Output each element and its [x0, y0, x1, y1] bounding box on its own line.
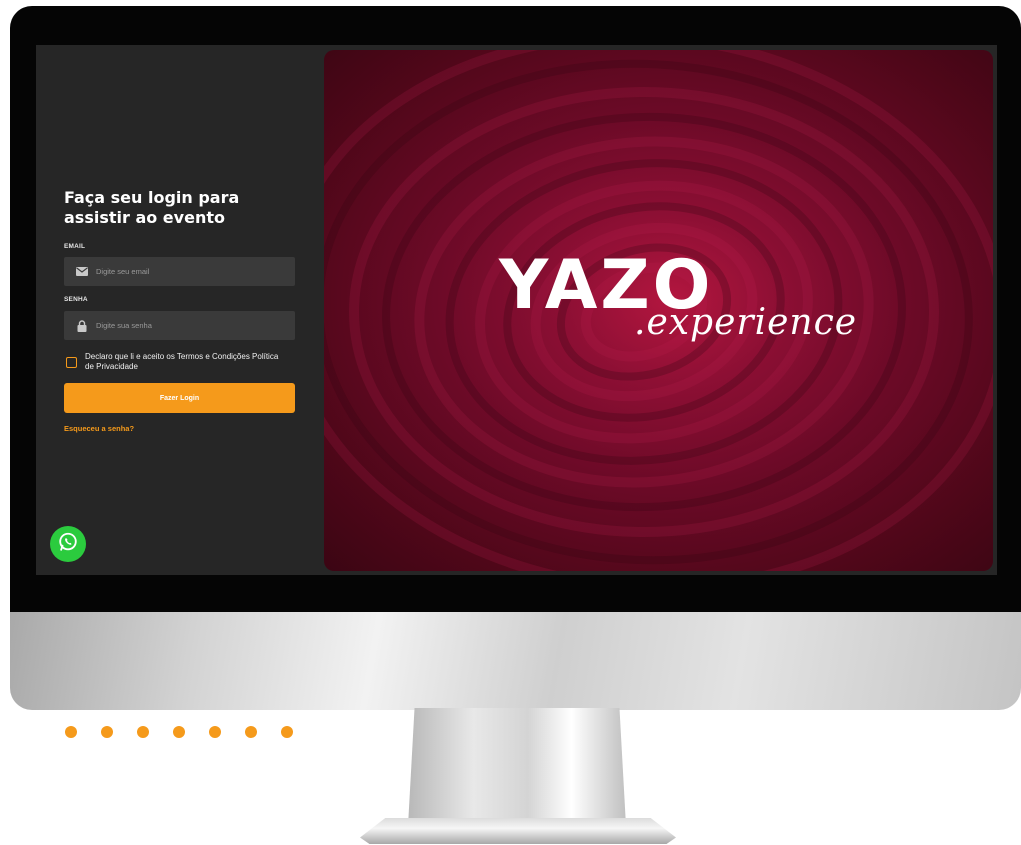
terms-checkbox[interactable]	[66, 357, 77, 368]
whatsapp-icon	[57, 531, 79, 558]
password-input[interactable]	[96, 321, 286, 330]
whatsapp-button[interactable]	[50, 526, 86, 562]
login-title: Faça seu login para assistir ao evento	[64, 188, 240, 227]
terms-text: Declaro que li e aceito os Termos e Cond…	[85, 352, 279, 371]
dot	[281, 726, 293, 738]
lock-icon	[76, 319, 88, 332]
password-field[interactable]	[64, 311, 295, 340]
email-label: EMAIL	[64, 243, 86, 250]
decorative-dots	[65, 726, 293, 738]
email-field[interactable]	[64, 257, 295, 286]
screen: Faça seu login para assistir ao evento E…	[36, 45, 997, 575]
dot	[173, 726, 185, 738]
monitor-stand-base	[360, 818, 676, 844]
dot	[137, 726, 149, 738]
dot	[101, 726, 113, 738]
terms-agreement: Declaro que li e aceito os Termos e Cond…	[66, 352, 285, 371]
monitor-stand	[408, 708, 626, 826]
password-label: SENHA	[64, 296, 88, 303]
login-button[interactable]: Fazer Login	[64, 383, 295, 413]
hero-banner: YAZO .experience	[324, 50, 993, 571]
brand-subtitle: .experience	[634, 302, 858, 343]
envelope-icon	[76, 266, 88, 278]
forgot-password-link[interactable]: Esqueceu a senha?	[64, 424, 134, 433]
monitor-bezel: Faça seu login para assistir ao evento E…	[10, 6, 1021, 612]
dot	[209, 726, 221, 738]
dot	[245, 726, 257, 738]
login-panel: Faça seu login para assistir ao evento E…	[36, 45, 324, 575]
email-input[interactable]	[96, 267, 286, 276]
dot	[65, 726, 77, 738]
monitor-chin	[10, 612, 1021, 710]
